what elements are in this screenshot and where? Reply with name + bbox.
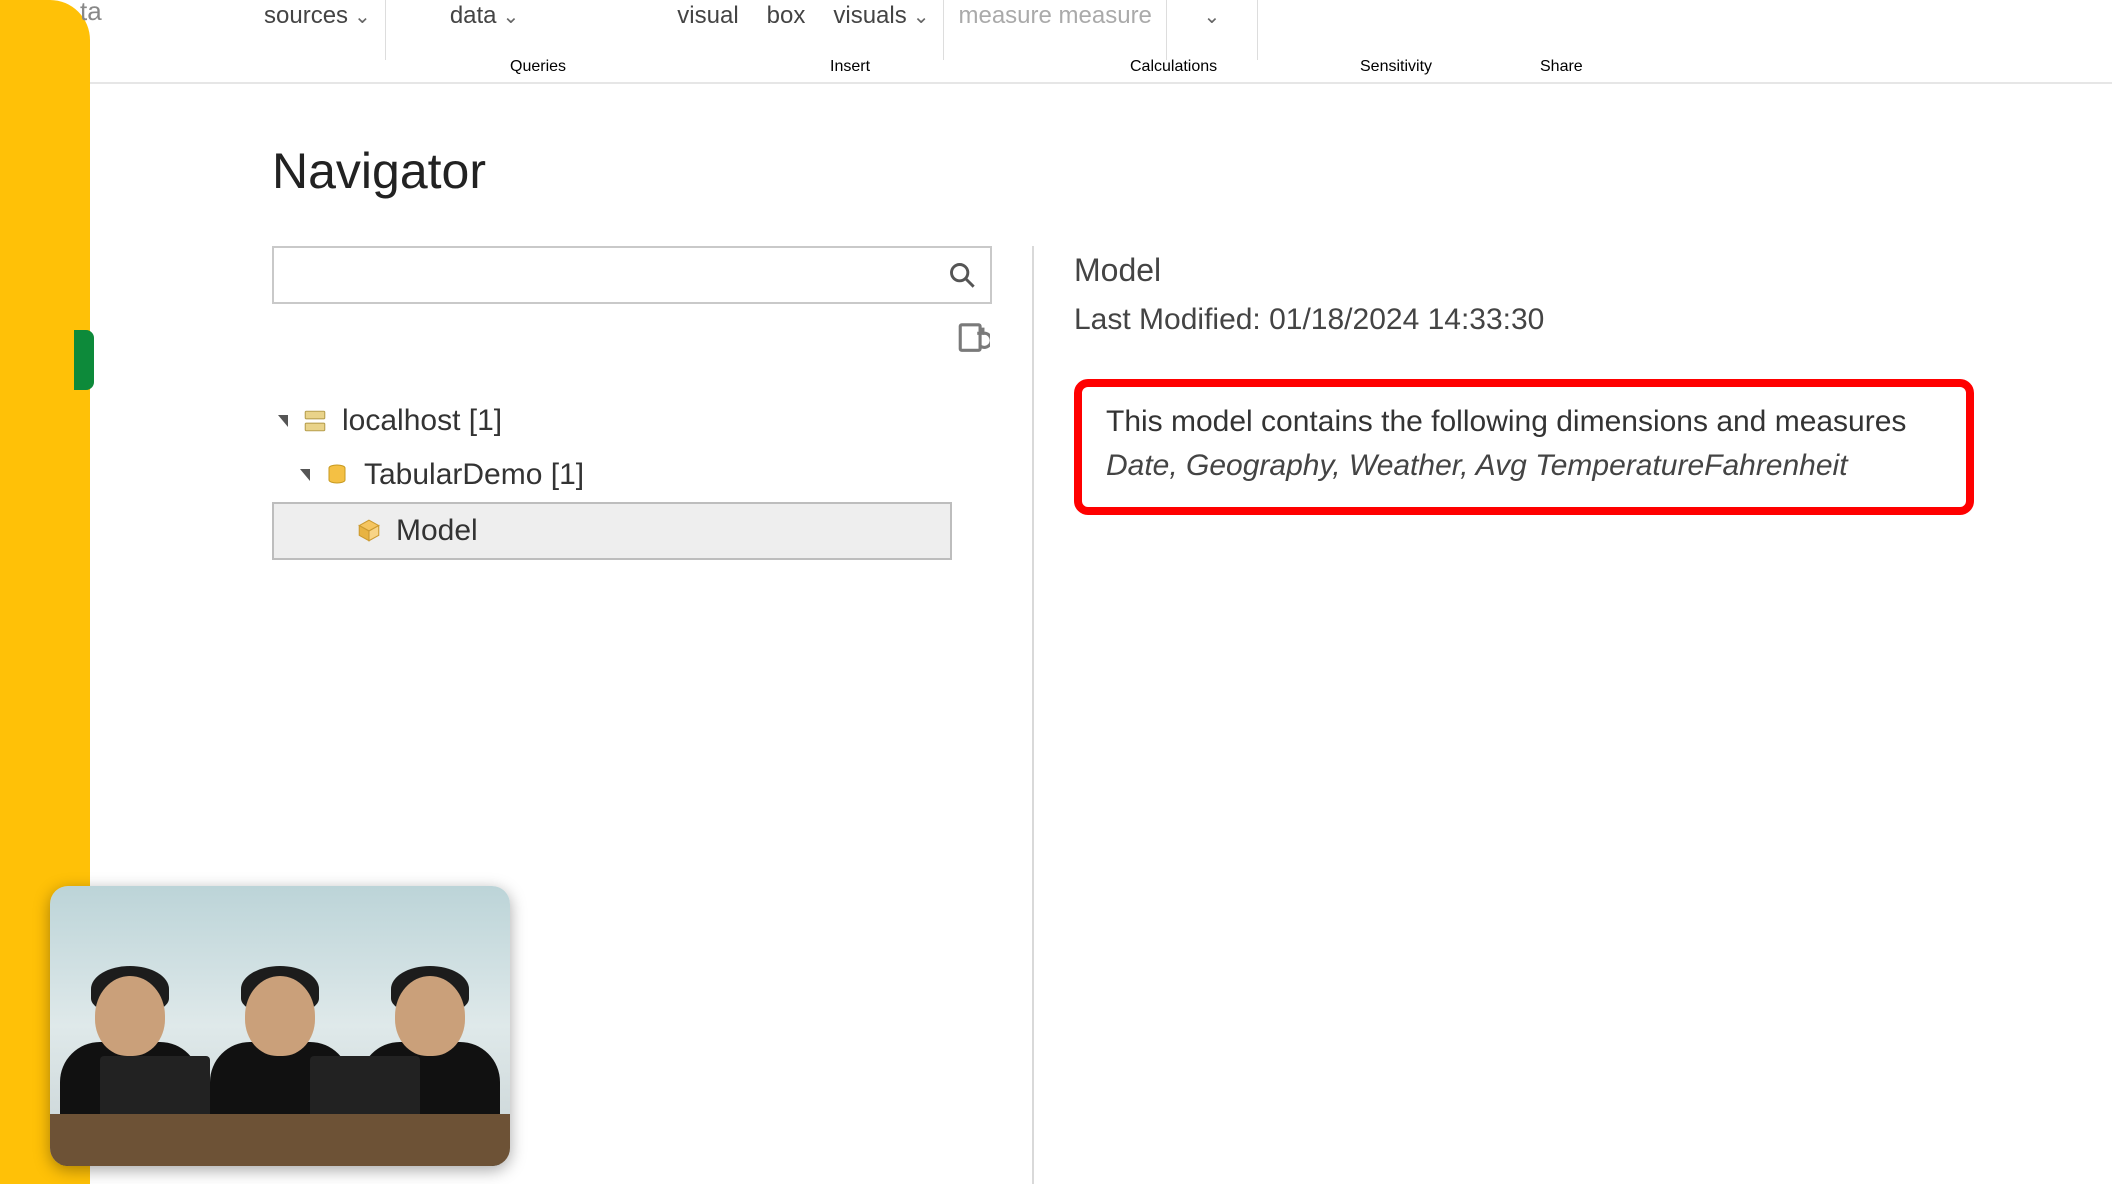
description-text: This model contains the following dimens… <box>1106 405 1942 439</box>
ribbon-group-queries: Queries <box>510 58 566 76</box>
ribbon-separator <box>385 0 386 60</box>
detail-last-modified: Last Modified: 01/18/2024 14:33:30 <box>1074 303 2072 337</box>
description-fields: Date, Geography, Weather, Avg Temperatur… <box>1106 449 1942 483</box>
chevron-down-icon: ⌄ <box>1204 4 1221 29</box>
tree-label: TabularDemo [1] <box>364 458 584 492</box>
expander-icon <box>278 415 288 427</box>
chevron-down-icon: ⌄ <box>503 4 520 29</box>
navigator-detail-pane: Model Last Modified: 01/18/2024 14:33:30… <box>1074 246 2072 1184</box>
ribbon-group-share: Share <box>1540 58 1583 76</box>
description-highlight-box: This model contains the following dimens… <box>1074 379 1974 515</box>
desk <box>50 1114 510 1166</box>
ribbon-row-commands: sources ⌄ data ⌄ visual box visuals ⌄ me… <box>90 0 2112 32</box>
ribbon-separator <box>1257 0 1258 60</box>
tree-node-database[interactable]: TabularDemo [1] <box>272 448 1012 502</box>
tree-label: localhost [1] <box>342 404 502 438</box>
ribbon-label: visual <box>677 2 738 30</box>
ribbon-item-visuals[interactable]: visuals ⌄ <box>819 0 943 32</box>
ribbon: ta sources ⌄ data ⌄ visual box visuals ⌄… <box>90 0 2112 84</box>
ribbon-item-measure[interactable]: measure measure <box>944 0 1165 32</box>
search-input[interactable] <box>274 248 934 302</box>
ribbon-group-calculations: Calculations <box>1130 58 1217 76</box>
database-icon <box>324 462 350 488</box>
presenter-webcam-overlay <box>50 886 510 1166</box>
ribbon-item-box[interactable]: box <box>753 0 820 32</box>
ribbon-group-sensitivity: Sensitivity <box>1360 58 1432 76</box>
ribbon-group-insert: Insert <box>830 58 870 76</box>
ribbon-item-dropdown[interactable]: ⌄ <box>1167 0 1257 32</box>
ribbon-label: sources <box>264 2 348 30</box>
tree-label: Model <box>396 514 478 548</box>
detail-title: Model <box>1074 252 2072 289</box>
chevron-down-icon: ⌄ <box>913 4 930 29</box>
chevron-down-icon: ⌄ <box>354 4 371 29</box>
tree-node-server[interactable]: localhost [1] <box>272 394 1012 448</box>
search-box <box>272 246 992 304</box>
ribbon-label: measure measure <box>958 2 1151 30</box>
ribbon-item-partial: ta <box>80 0 102 27</box>
refresh-icon <box>956 322 990 356</box>
ribbon-label: box <box>767 2 806 30</box>
expander-icon <box>300 469 310 481</box>
ribbon-item-sources[interactable]: sources ⌄ <box>250 0 385 32</box>
ribbon-label: visuals <box>833 2 906 30</box>
tree-node-model[interactable]: Model <box>272 502 952 560</box>
pane-divider <box>1032 246 1034 1184</box>
dialog-title: Navigator <box>272 142 486 200</box>
ribbon-label: data <box>450 2 497 30</box>
server-icon <box>302 408 328 434</box>
ribbon-item-visual[interactable]: visual <box>663 0 752 32</box>
ribbon-item-data[interactable]: data ⌄ <box>436 0 533 32</box>
refresh-button[interactable] <box>956 322 990 356</box>
navigator-tree: localhost [1] TabularDemo [1] <box>272 394 1012 560</box>
cube-icon <box>356 518 382 544</box>
search-icon <box>948 261 976 289</box>
navigator-body: localhost [1] TabularDemo [1] <box>272 246 2072 1184</box>
search-button[interactable] <box>934 248 990 302</box>
